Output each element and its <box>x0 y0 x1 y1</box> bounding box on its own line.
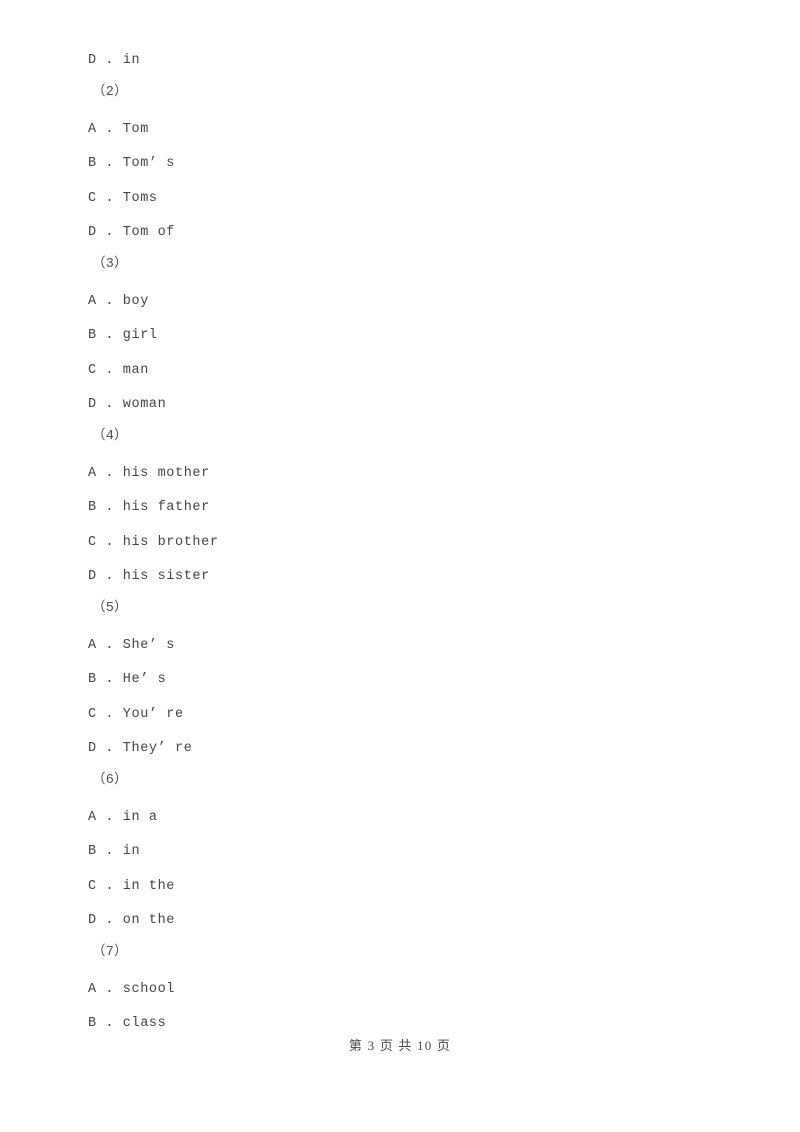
sub-question-number: （3） <box>92 257 128 272</box>
answer-option: A . boy <box>88 294 149 309</box>
answer-option: D . his sister <box>88 569 210 584</box>
answer-option: B . Tom’ s <box>88 156 176 171</box>
answer-option: C . in the <box>88 879 176 894</box>
answer-option: A . She’ s <box>88 638 176 653</box>
answer-option: B . in <box>88 844 141 859</box>
answer-option: A . school <box>88 982 176 997</box>
document-page: D . in （2） A . Tom B . Tom’ s C . Toms D . To… <box>0 0 800 1132</box>
answer-option: A . his mother <box>88 466 210 481</box>
answer-option: A . in a <box>88 810 158 825</box>
answer-option: A . Tom <box>88 122 149 137</box>
sub-question-number: （5） <box>92 601 128 616</box>
answer-option: B . He’ s <box>88 672 167 687</box>
answer-option: C . You’ re <box>88 707 184 722</box>
answer-option: D . on the <box>88 913 176 928</box>
sub-question-number: （2） <box>92 85 128 100</box>
answer-option: D . They’ re <box>88 741 193 756</box>
answer-option: C . his brother <box>88 535 219 550</box>
answer-option: B . his father <box>88 500 210 515</box>
answer-option: B . class <box>88 1016 167 1031</box>
page-footer: 第 3 页 共 10 页 <box>348 1038 452 1053</box>
answer-option: D . woman <box>88 397 167 412</box>
answer-option: C . Toms <box>88 191 158 206</box>
sub-question-number: （7） <box>92 945 128 960</box>
answer-option: C . man <box>88 363 149 378</box>
sub-question-number: （4） <box>92 429 128 444</box>
answer-option: B . girl <box>88 328 158 343</box>
answer-option: D . in <box>88 53 141 68</box>
sub-question-number: （6） <box>92 773 128 788</box>
answer-option: D . Tom of <box>88 225 176 240</box>
